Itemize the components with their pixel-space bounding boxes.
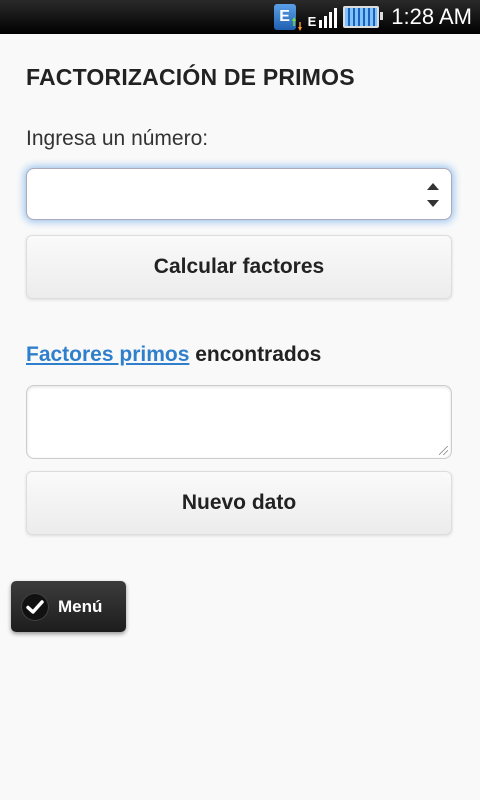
result-heading: Factores primos encontrados: [26, 343, 321, 367]
check-icon: [21, 592, 49, 621]
network-type-icon: E: [273, 4, 302, 31]
data-activity-icon: [291, 17, 302, 31]
network-badge-label: E: [279, 8, 290, 25]
prime-factors-link[interactable]: Factores primos: [26, 343, 189, 366]
menu-label: Menú: [58, 596, 103, 616]
number-spinner[interactable]: [427, 183, 439, 207]
status-icons: E E 1:28 AM: [273, 0, 472, 34]
status-bar: E E 1:28 AM: [0, 0, 480, 34]
menu-button[interactable]: Menú: [11, 581, 126, 632]
resize-grip-icon[interactable]: [439, 446, 448, 455]
signal-icon: E: [308, 6, 338, 28]
result-textarea[interactable]: [26, 385, 452, 459]
spinner-down-icon[interactable]: [427, 200, 439, 207]
new-data-button[interactable]: Nuevo dato: [26, 471, 452, 535]
result-heading-text: encontrados: [189, 343, 322, 366]
number-prompt-label: Ingresa un número:: [26, 127, 209, 150]
calculate-factors-button[interactable]: Calcular factores: [26, 235, 452, 299]
spinner-up-icon[interactable]: [427, 183, 439, 190]
battery-icon: [343, 6, 384, 28]
signal-label: E: [307, 14, 317, 29]
page-title: FACTORIZACIÓN DE PRIMOS: [26, 64, 355, 90]
clock: 1:28 AM: [391, 4, 472, 29]
number-input[interactable]: [26, 168, 452, 220]
